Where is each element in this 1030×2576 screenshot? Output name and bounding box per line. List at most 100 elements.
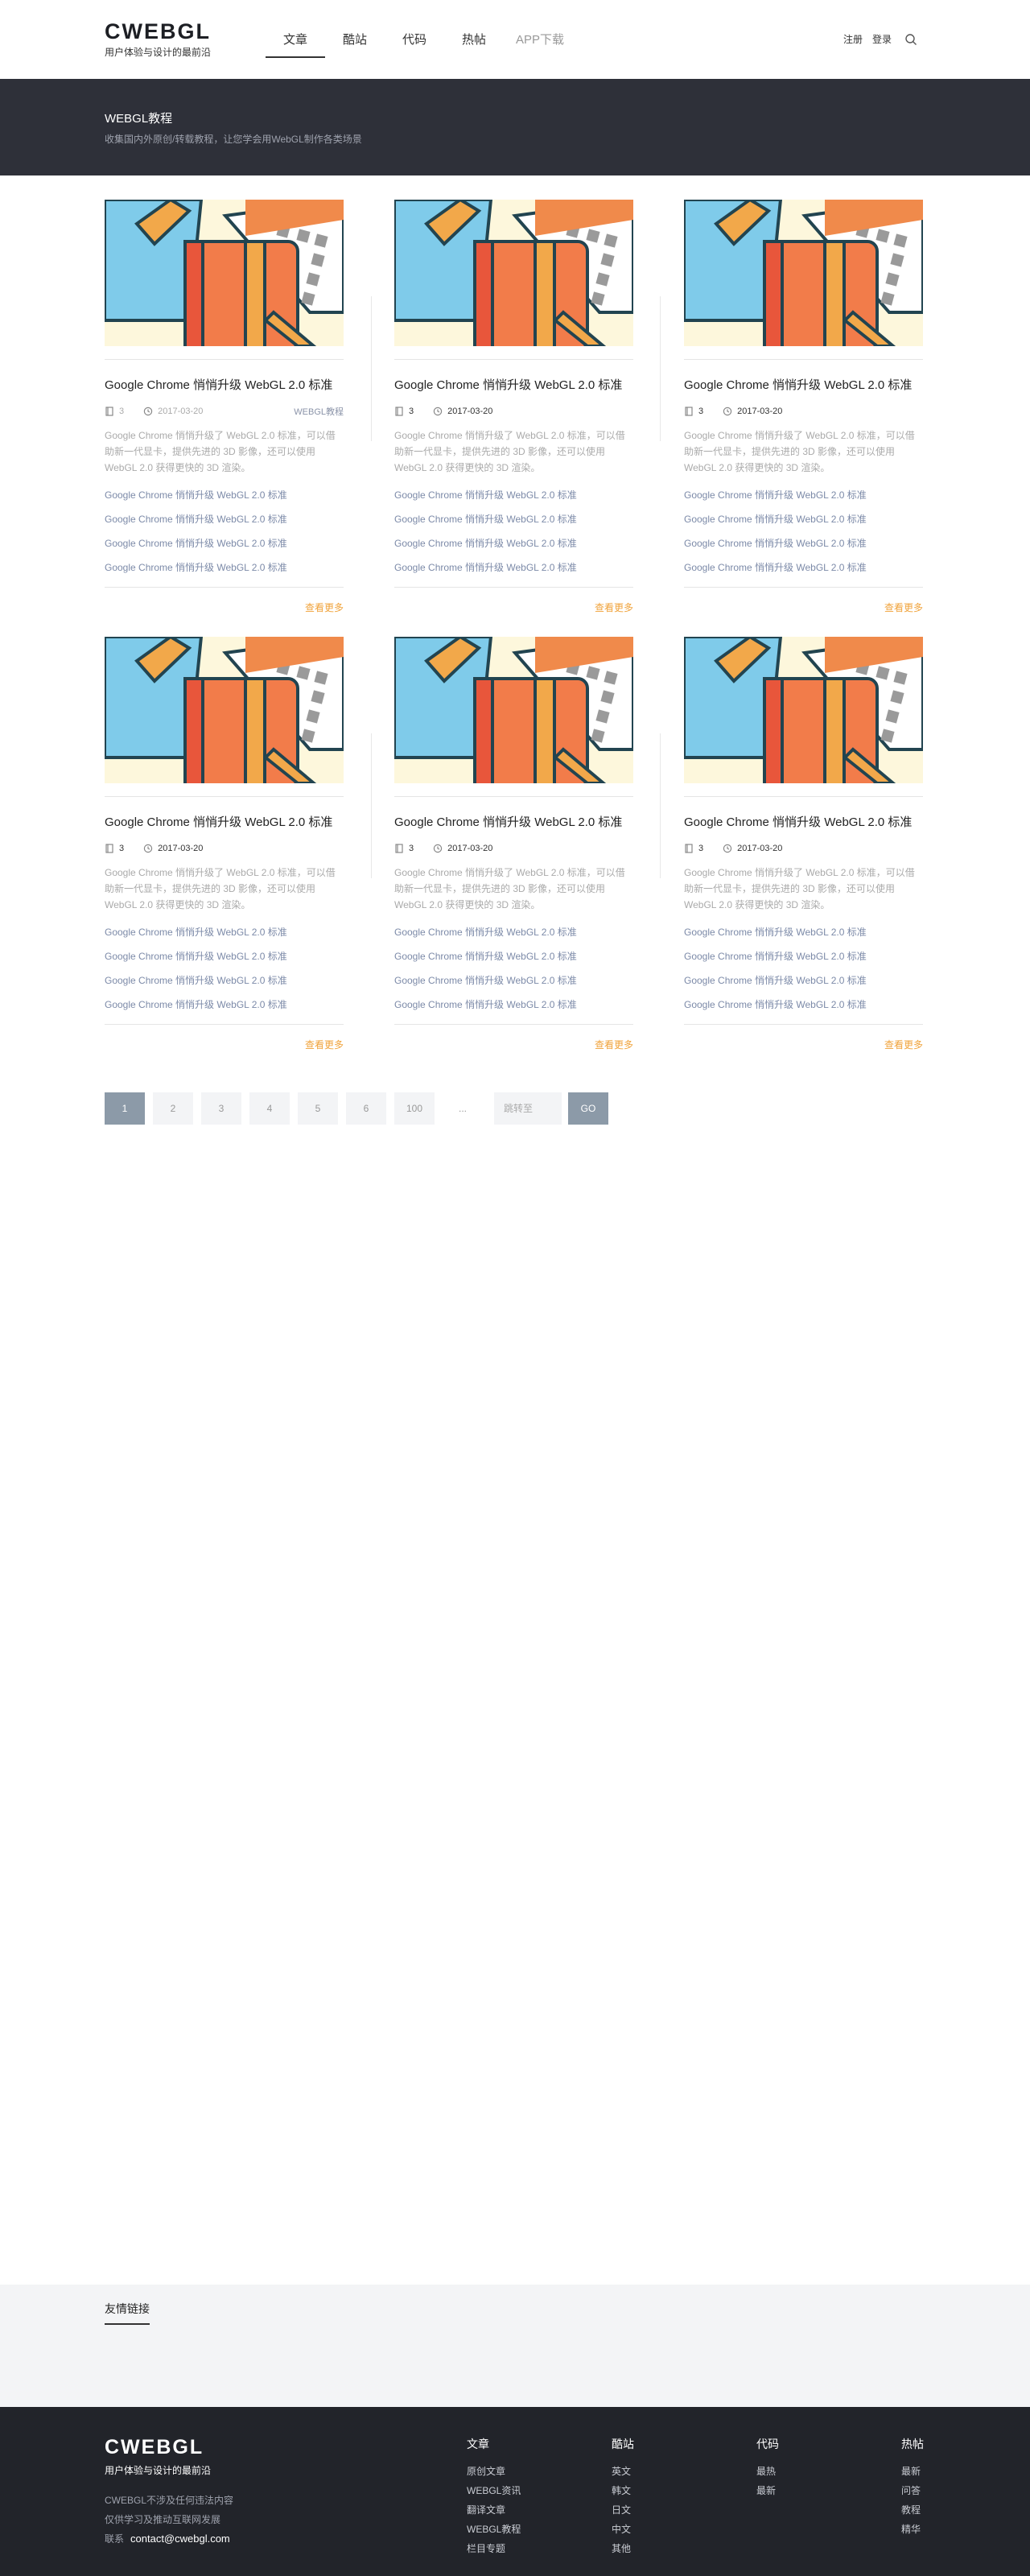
footer-column-title: 酷站 (612, 2438, 634, 2450)
article-thumbnail[interactable] (394, 200, 633, 346)
card-divider (105, 359, 344, 360)
related-link[interactable]: Google Chrome 悄悄升级 WebGL 2.0 标准 (394, 948, 633, 972)
article-thumbnail[interactable] (684, 200, 923, 346)
footer-link[interactable]: 最新 (901, 2462, 924, 2481)
page-button-100[interactable]: 100 (394, 1092, 435, 1125)
related-link[interactable]: Google Chrome 悄悄升级 WebGL 2.0 标准 (105, 487, 344, 511)
article-title[interactable]: Google Chrome 悄悄升级 WebGL 2.0 标准 (684, 815, 923, 831)
page-button-6[interactable]: 6 (346, 1092, 386, 1125)
clock-icon (143, 407, 153, 416)
related-link[interactable]: Google Chrome 悄悄升级 WebGL 2.0 标准 (394, 924, 633, 948)
related-link[interactable]: Google Chrome 悄悄升级 WebGL 2.0 标准 (105, 511, 344, 535)
article-meta: 3 2017-03-20 WEBGL教程 (105, 405, 344, 418)
related-links: Google Chrome 悄悄升级 WebGL 2.0 标准 Google C… (394, 487, 633, 584)
footer-link[interactable]: 其他 (612, 2539, 634, 2558)
view-more-link[interactable]: 查看更多 (684, 1038, 923, 1051)
related-link[interactable]: Google Chrome 悄悄升级 WebGL 2.0 标准 (684, 559, 923, 584)
article-thumbnail[interactable] (684, 637, 923, 783)
footer-link[interactable]: 精华 (901, 2520, 924, 2539)
page-button-3[interactable]: 3 (201, 1092, 241, 1125)
footer-logo[interactable]: CWEBGL (105, 2436, 204, 2459)
register-link[interactable]: 注册 (843, 32, 863, 46)
related-link[interactable]: Google Chrome 悄悄升级 WebGL 2.0 标准 (105, 948, 344, 972)
related-link[interactable]: Google Chrome 悄悄升级 WebGL 2.0 标准 (394, 511, 633, 535)
page-button-2[interactable]: 2 (153, 1092, 193, 1125)
related-link[interactable]: Google Chrome 悄悄升级 WebGL 2.0 标准 (394, 559, 633, 584)
nav-item-code[interactable]: 代码 (385, 31, 444, 58)
article-count: 3 (409, 407, 414, 416)
footer-link[interactable]: 栏目专题 (467, 2539, 521, 2558)
logo[interactable]: CWEBGL 用户体验与设计的最前沿 (105, 19, 211, 59)
article-thumbnail[interactable] (105, 200, 344, 346)
view-more-link[interactable]: 查看更多 (684, 601, 923, 614)
article-title[interactable]: Google Chrome 悄悄升级 WebGL 2.0 标准 (684, 378, 923, 394)
view-more-link[interactable]: 查看更多 (105, 1038, 344, 1051)
article-excerpt: Google Chrome 悄悄升级了 WebGL 2.0 标准，可以借助新一代… (684, 867, 915, 910)
page-button-1[interactable]: 1 (105, 1092, 145, 1125)
related-link[interactable]: Google Chrome 悄悄升级 WebGL 2.0 标准 (105, 559, 344, 584)
view-more-link[interactable]: 查看更多 (394, 1038, 633, 1051)
related-link[interactable]: Google Chrome 悄悄升级 WebGL 2.0 标准 (684, 511, 923, 535)
related-link[interactable]: Google Chrome 悄悄升级 WebGL 2.0 标准 (684, 535, 923, 559)
article-title[interactable]: Google Chrome 悄悄升级 WebGL 2.0 标准 (105, 815, 344, 831)
footer-link[interactable]: 韩文 (612, 2481, 634, 2500)
article-date: 2017-03-20 (737, 407, 783, 416)
article-meta: 3 2017-03-20 (684, 405, 923, 418)
view-more-link[interactable]: 查看更多 (105, 601, 344, 614)
article-card: Google Chrome 悄悄升级 WebGL 2.0 标准 3 2017-0… (394, 200, 633, 614)
nav-item-app-download[interactable]: APP下载 (504, 31, 576, 58)
main-nav: 文章 酷站 代码 热帖 APP下载 (266, 31, 576, 58)
footer-link[interactable]: 最热 (756, 2462, 779, 2481)
card-divider (105, 587, 344, 588)
footer-link[interactable]: 英文 (612, 2462, 634, 2481)
footer-link[interactable]: 中文 (612, 2520, 634, 2539)
related-link[interactable]: Google Chrome 悄悄升级 WebGL 2.0 标准 (105, 997, 344, 1021)
column-divider (660, 733, 661, 878)
footer-link[interactable]: 最新 (756, 2481, 779, 2500)
article-title[interactable]: Google Chrome 悄悄升级 WebGL 2.0 标准 (394, 378, 633, 394)
related-link[interactable]: Google Chrome 悄悄升级 WebGL 2.0 标准 (684, 997, 923, 1021)
footer-link[interactable]: 教程 (901, 2500, 924, 2520)
article-category-tag[interactable]: WEBGL教程 (294, 405, 344, 418)
related-links: Google Chrome 悄悄升级 WebGL 2.0 标准 Google C… (105, 487, 344, 584)
login-link[interactable]: 登录 (872, 32, 892, 46)
page-button-4[interactable]: 4 (249, 1092, 290, 1125)
card-divider (394, 1024, 633, 1025)
article-title[interactable]: Google Chrome 悄悄升级 WebGL 2.0 标准 (105, 378, 344, 394)
article-title[interactable]: Google Chrome 悄悄升级 WebGL 2.0 标准 (394, 815, 633, 831)
related-link[interactable]: Google Chrome 悄悄升级 WebGL 2.0 标准 (684, 924, 923, 948)
related-link[interactable]: Google Chrome 悄悄升级 WebGL 2.0 标准 (105, 972, 344, 997)
related-link[interactable]: Google Chrome 悄悄升级 WebGL 2.0 标准 (394, 997, 633, 1021)
article-card: Google Chrome 悄悄升级 WebGL 2.0 标准 3 2017-0… (394, 637, 633, 1051)
view-more-link[interactable]: 查看更多 (394, 601, 633, 614)
article-thumbnail[interactable] (105, 637, 344, 783)
nav-item-articles[interactable]: 文章 (266, 31, 325, 58)
footer-link[interactable]: WEBGL教程 (467, 2520, 521, 2539)
page-go-button[interactable]: GO (568, 1092, 608, 1125)
related-link[interactable]: Google Chrome 悄悄升级 WebGL 2.0 标准 (394, 535, 633, 559)
related-link[interactable]: Google Chrome 悄悄升级 WebGL 2.0 标准 (394, 487, 633, 511)
footer-column-hot-posts: 热帖 最新 问答 教程 精华 (901, 2436, 924, 2539)
footer-link[interactable]: 日文 (612, 2500, 634, 2520)
related-link[interactable]: Google Chrome 悄悄升级 WebGL 2.0 标准 (684, 972, 923, 997)
related-link[interactable]: Google Chrome 悄悄升级 WebGL 2.0 标准 (105, 924, 344, 948)
related-link[interactable]: Google Chrome 悄悄升级 WebGL 2.0 标准 (684, 487, 923, 511)
contact-email[interactable]: contact@cwebgl.com (130, 2533, 230, 2545)
page-button-5[interactable]: 5 (298, 1092, 338, 1125)
article-thumbnail[interactable] (394, 637, 633, 783)
nav-item-hot-posts[interactable]: 热帖 (444, 31, 504, 58)
card-divider (394, 359, 633, 360)
related-link[interactable]: Google Chrome 悄悄升级 WebGL 2.0 标准 (684, 948, 923, 972)
nav-item-cool-sites[interactable]: 酷站 (325, 31, 385, 58)
search-icon[interactable] (904, 33, 917, 46)
related-link[interactable]: Google Chrome 悄悄升级 WebGL 2.0 标准 (394, 972, 633, 997)
card-divider (684, 587, 923, 588)
footer-link[interactable]: WEBGL资讯 (467, 2481, 521, 2500)
footer-link[interactable]: 翻译文章 (467, 2500, 521, 2520)
article-card: Google Chrome 悄悄升级 WebGL 2.0 标准 3 2017-0… (105, 637, 344, 1051)
footer-link[interactable]: 问答 (901, 2481, 924, 2500)
page-jump-input[interactable] (494, 1092, 562, 1125)
footer-link[interactable]: 原创文章 (467, 2462, 521, 2481)
related-link[interactable]: Google Chrome 悄悄升级 WebGL 2.0 标准 (105, 535, 344, 559)
card-divider (105, 1024, 344, 1025)
